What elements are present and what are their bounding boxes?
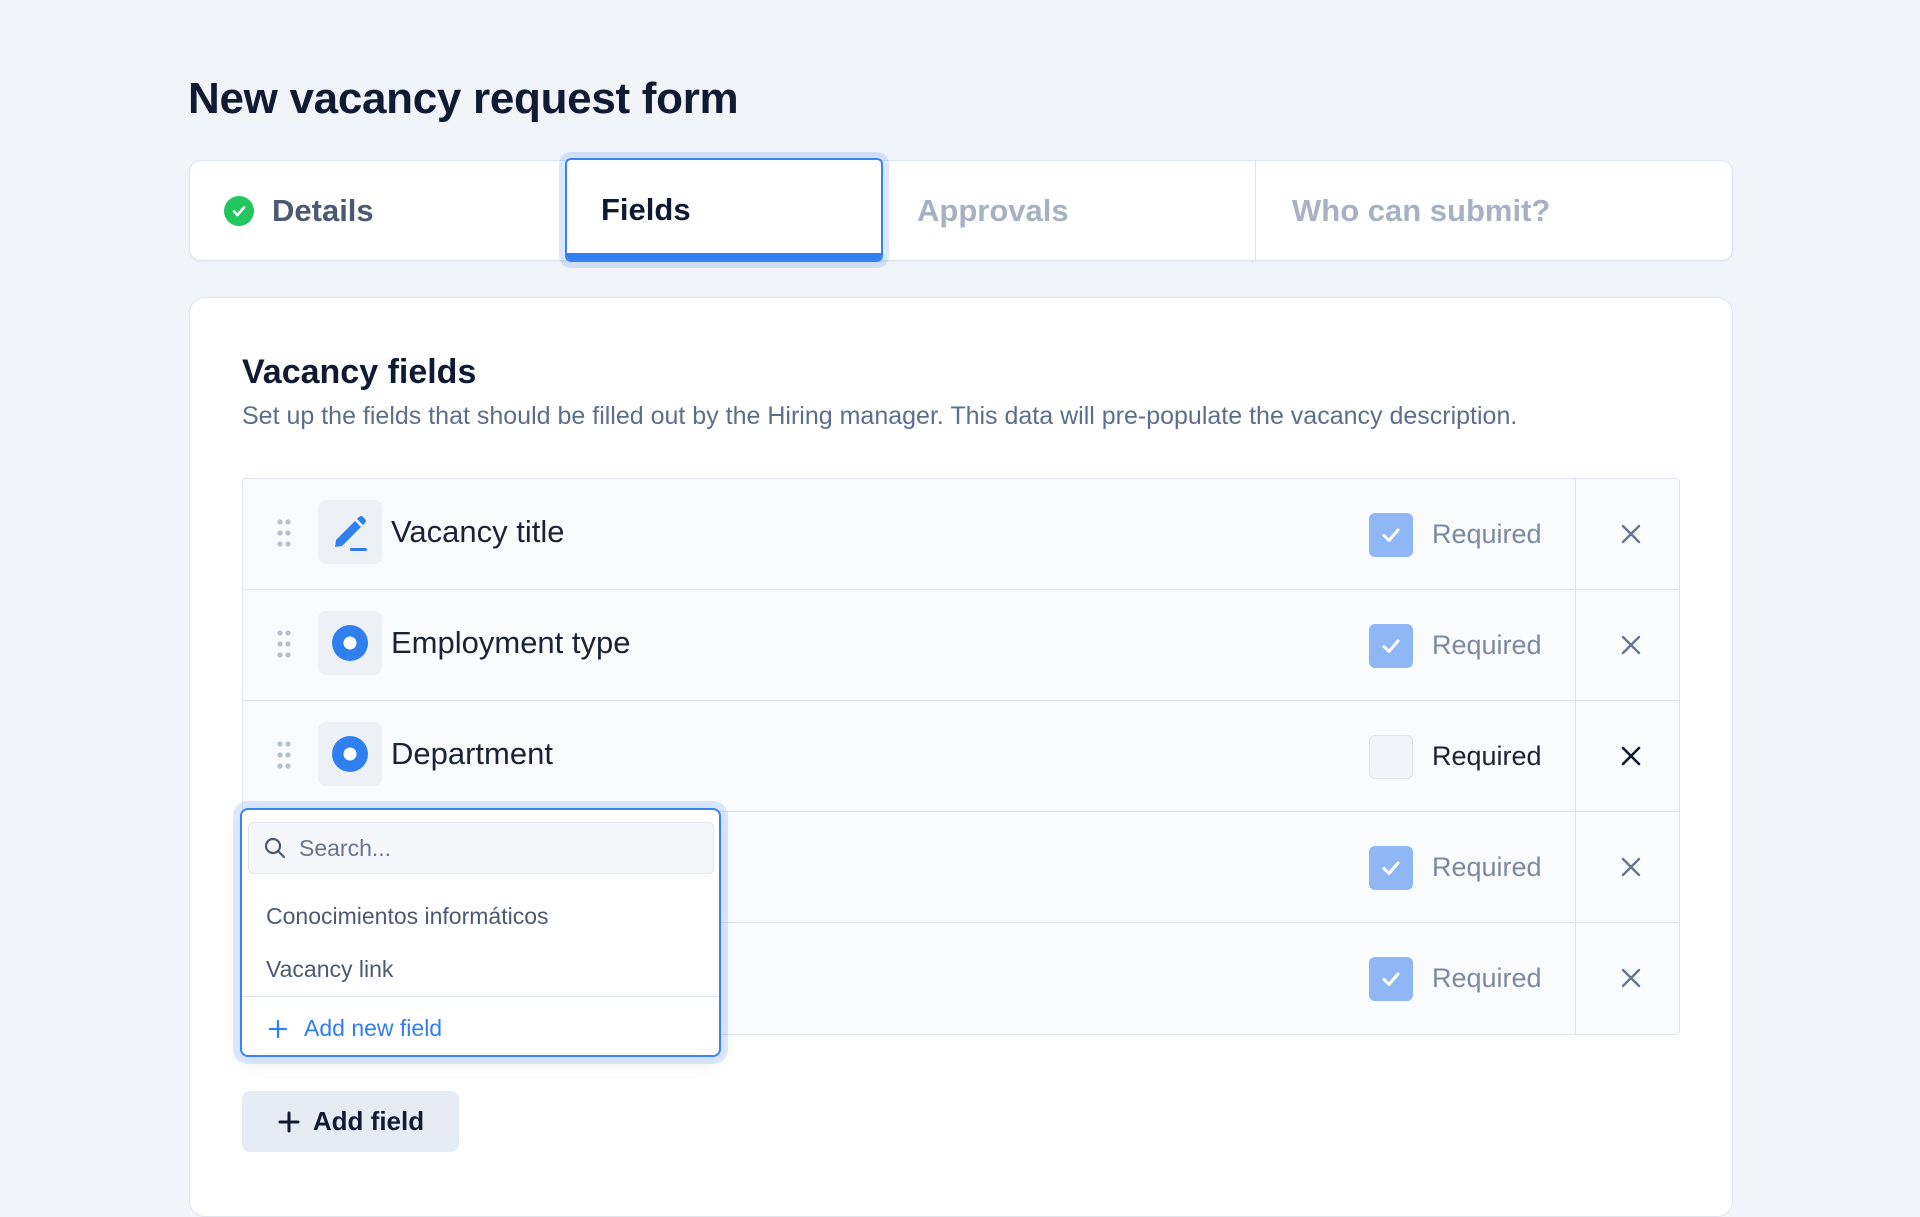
pencil-icon (318, 500, 382, 564)
close-icon[interactable] (1617, 964, 1645, 992)
plus-icon (268, 1019, 288, 1039)
row-divider (1575, 479, 1576, 590)
search-input[interactable] (299, 834, 699, 862)
page-title: New vacancy request form (188, 74, 739, 123)
dropdown-option[interactable]: Conocimientos informáticos (266, 903, 549, 930)
row-divider (1575, 701, 1576, 812)
field-label: Department (391, 736, 553, 771)
active-tab-indicator (567, 253, 881, 260)
dropdown-divider (242, 996, 719, 997)
vacancy-fields-card: Vacancy fields Set up the fields that sh… (189, 297, 1733, 1217)
tab-who-can-submit-label: Who can submit? (1292, 192, 1551, 228)
required-checkbox[interactable] (1369, 513, 1413, 557)
add-new-field-label: Add new field (304, 1015, 443, 1041)
field-row: Department Required (243, 701, 1679, 812)
section-title: Vacancy fields (242, 353, 477, 391)
required-checkbox[interactable] (1369, 624, 1413, 668)
field-row: Employment type Required (243, 590, 1679, 701)
close-icon[interactable] (1617, 520, 1645, 548)
add-field-label: Add field (312, 1106, 425, 1136)
required-checkbox[interactable] (1369, 846, 1413, 890)
row-divider (1575, 590, 1576, 701)
required-label: Required (1432, 519, 1542, 549)
plus-icon (277, 1110, 301, 1134)
tab-approvals[interactable]: Approvals (917, 161, 1069, 260)
check-circle-icon (224, 195, 254, 226)
close-icon[interactable] (1617, 631, 1645, 659)
tab-who-can-submit[interactable]: Who can submit? (1292, 161, 1550, 260)
add-field-dropdown: Conocimientos informáticos Vacancy link … (240, 808, 721, 1057)
tab-details[interactable]: Details (224, 161, 374, 260)
search-icon (263, 836, 287, 860)
required-label: Required (1432, 852, 1542, 882)
add-new-field-button[interactable]: Add new field (268, 1015, 442, 1042)
field-label: Employment type (391, 625, 631, 660)
dropdown-option[interactable]: Vacancy link (266, 956, 393, 983)
required-label: Required (1432, 630, 1542, 660)
tab-approvals-label: Approvals (917, 192, 1069, 228)
add-field-button[interactable]: Add field (242, 1091, 459, 1152)
close-icon[interactable] (1617, 742, 1645, 770)
tab-details-label: Details (272, 192, 374, 228)
required-checkbox[interactable] (1369, 735, 1413, 779)
field-row: Vacancy title Required (243, 479, 1679, 590)
field-label: Vacancy title (391, 514, 565, 549)
step-tabs: Details Fields Approvals Who can submit? (189, 158, 1733, 262)
drag-handle-icon[interactable] (277, 519, 291, 547)
required-label: Required (1432, 963, 1542, 993)
close-icon[interactable] (1617, 853, 1645, 881)
tab-fields-label: Fields (601, 192, 691, 227)
drag-handle-icon[interactable] (277, 741, 291, 769)
row-divider (1575, 812, 1576, 923)
section-description: Set up the fields that should be filled … (242, 402, 1518, 430)
required-label: Required (1432, 741, 1542, 771)
tab-divider (1255, 161, 1256, 260)
radio-icon (318, 611, 382, 675)
drag-handle-icon[interactable] (277, 630, 291, 658)
dropdown-search (248, 822, 714, 874)
required-checkbox[interactable] (1369, 957, 1413, 1001)
tab-fields[interactable]: Fields (565, 158, 883, 262)
radio-icon (318, 722, 382, 786)
row-divider (1575, 923, 1576, 1034)
